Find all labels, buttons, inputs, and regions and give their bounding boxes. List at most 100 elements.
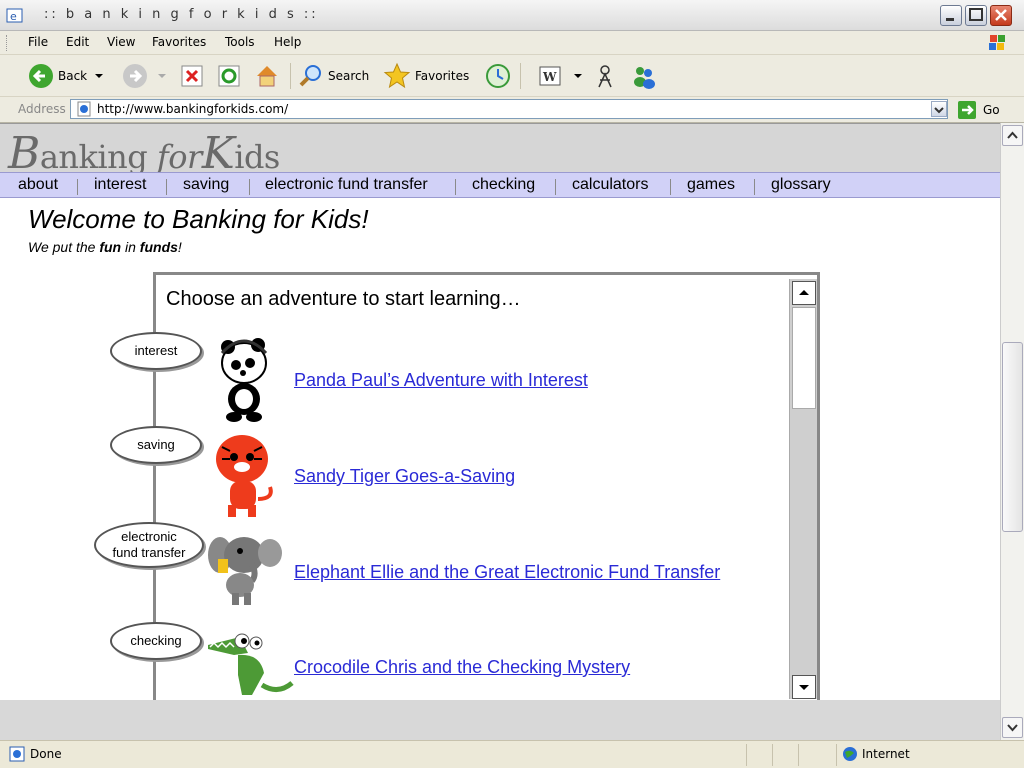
adventure-link-saving[interactable]: Sandy Tiger Goes-a-Saving — [294, 466, 515, 487]
panda-image[interactable] — [214, 333, 284, 423]
stop-button[interactable] — [180, 61, 204, 91]
messenger-button[interactable] — [630, 61, 658, 91]
svg-text:W: W — [542, 70, 557, 84]
menu-help[interactable]: Help — [274, 35, 301, 49]
address-input[interactable]: http://www.bankingforkids.com/ — [70, 99, 948, 119]
ie-page-icon — [9, 746, 25, 762]
crocodile-image[interactable] — [204, 625, 294, 700]
go-arrow-icon — [958, 101, 976, 119]
site-nav: about interest saving electronic fund tr… — [0, 172, 1000, 198]
word-edit-button[interactable]: W — [538, 61, 584, 91]
address-label: Address — [18, 102, 66, 116]
chevron-down-icon — [574, 74, 582, 78]
nav-separator — [555, 179, 556, 195]
address-dropdown-button[interactable] — [931, 101, 947, 117]
tiger-image[interactable] — [208, 429, 278, 519]
bubble-saving: saving — [110, 426, 202, 464]
nav-separator — [249, 179, 250, 195]
page-scrollbar[interactable] — [1000, 123, 1024, 740]
nav-checking[interactable]: checking — [472, 176, 535, 194]
toolbar: Back Search Favorites W — [0, 55, 1024, 97]
page-title: Welcome to Banking for Kids! — [28, 204, 369, 234]
nav-about[interactable]: about — [18, 176, 58, 194]
scroll-down-button[interactable] — [792, 675, 816, 699]
page-scroll-up-button[interactable] — [1002, 125, 1023, 146]
forward-button[interactable] — [122, 61, 168, 91]
menu-tools[interactable]: Tools — [225, 35, 255, 49]
elephant-image[interactable] — [206, 531, 286, 611]
chevron-down-icon — [95, 74, 104, 78]
status-divider — [836, 744, 837, 766]
minimize-button[interactable] — [940, 5, 962, 26]
scroll-thumb[interactable] — [792, 307, 816, 409]
page-icon — [77, 101, 91, 117]
back-arrow-icon — [29, 64, 53, 88]
refresh-button[interactable] — [217, 61, 241, 91]
go-button[interactable]: Go — [957, 100, 1000, 120]
menu-edit[interactable]: Edit — [66, 35, 89, 49]
page-content: Banking forKids about interest saving el… — [0, 123, 1000, 700]
nav-electronic-fund-transfer[interactable]: electronic fund transfer — [265, 176, 428, 194]
adventure-scrollbar[interactable] — [789, 279, 817, 699]
menu-bar: File Edit View Favorites Tools Help — [0, 31, 1024, 55]
site-header: Banking forKids — [0, 124, 1000, 179]
chevron-down-icon — [158, 74, 166, 78]
menu-grip — [6, 35, 9, 51]
nav-saving[interactable]: saving — [183, 176, 229, 194]
tagline: We put the fun in funds! — [28, 239, 182, 255]
adventure-link-checking[interactable]: Crocodile Chris and the Checking Mystery — [294, 657, 630, 678]
globe-icon — [843, 747, 857, 761]
window-title: :: b a n k i n g f o r k i d s :: — [44, 7, 319, 22]
chevron-up-icon — [1007, 131, 1018, 139]
menu-file[interactable]: File — [28, 35, 48, 49]
nav-calculators[interactable]: calculators — [572, 176, 648, 194]
nav-interest[interactable]: interest — [94, 176, 146, 194]
menu-view[interactable]: View — [107, 35, 135, 49]
back-button[interactable]: Back — [28, 61, 105, 91]
nav-games[interactable]: games — [687, 176, 735, 194]
toolbar-separator — [290, 63, 291, 89]
address-url: http://www.bankingforkids.com/ — [97, 102, 289, 116]
nav-separator — [754, 179, 755, 195]
ie-icon: e — [6, 8, 23, 23]
status-divider — [798, 744, 799, 766]
search-button[interactable]: Search — [298, 61, 369, 91]
scroll-up-button[interactable] — [792, 281, 816, 305]
svg-text:e: e — [10, 10, 17, 23]
status-text: Done — [30, 747, 62, 761]
forward-arrow-icon — [123, 64, 147, 88]
menu-favorites[interactable]: Favorites — [152, 35, 206, 49]
adventure-link-interest[interactable]: Panda Paul’s Adventure with Interest — [294, 370, 588, 391]
chevron-up-icon — [799, 290, 809, 295]
research-button[interactable] — [592, 61, 618, 91]
address-bar: Address http://www.bankingforkids.com/ G… — [0, 97, 1024, 123]
adventure-frame-title: Choose an adventure to start learning… — [166, 288, 521, 310]
nav-separator — [455, 179, 456, 195]
status-divider — [746, 744, 747, 766]
title-bar: e :: b a n k i n g f o r k i d s :: — [0, 0, 1024, 31]
home-button[interactable] — [254, 61, 280, 91]
bubble-interest: interest — [110, 332, 202, 370]
page-scroll-thumb[interactable] — [1002, 342, 1023, 532]
stop-icon — [181, 65, 203, 87]
page-bottom-strip — [0, 700, 1000, 740]
history-button[interactable] — [484, 61, 512, 91]
home-icon — [257, 66, 277, 87]
chevron-down-icon — [1007, 724, 1018, 732]
favorites-button[interactable]: Favorites — [383, 61, 469, 91]
nav-glossary[interactable]: glossary — [771, 176, 831, 194]
adventure-frame: Choose an adventure to start learning… P… — [153, 272, 820, 700]
nav-separator — [77, 179, 78, 195]
star-icon — [383, 62, 411, 89]
maximize-button[interactable] — [965, 5, 987, 26]
status-bar: Done Internet — [0, 740, 1024, 768]
close-button[interactable] — [990, 5, 1012, 26]
nav-separator — [670, 179, 671, 195]
adventure-link-electronic-fund-transfer[interactable]: Elephant Ellie and the Great Electronic … — [294, 562, 720, 583]
status-divider — [772, 744, 773, 766]
chevron-down-icon — [934, 107, 944, 114]
messenger-icon — [634, 67, 655, 89]
person-icon — [598, 65, 612, 88]
page-scroll-down-button[interactable] — [1002, 717, 1023, 738]
chevron-down-icon — [799, 685, 809, 690]
